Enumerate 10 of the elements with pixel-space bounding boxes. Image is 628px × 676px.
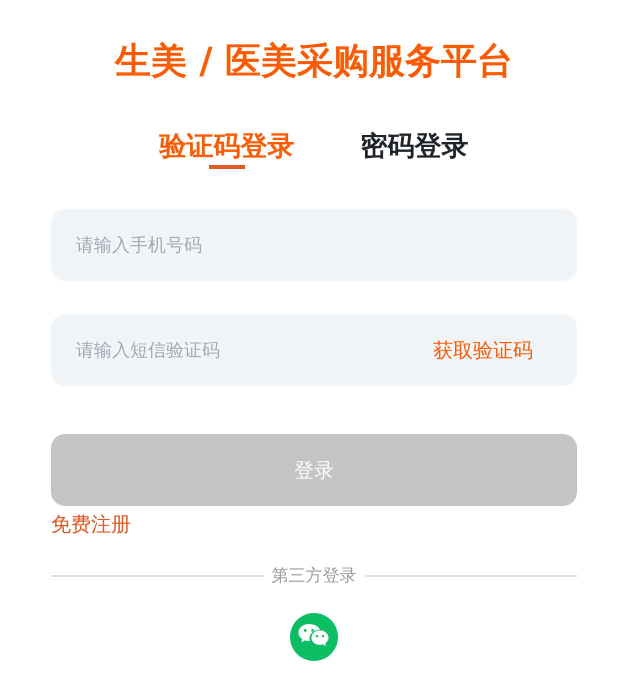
get-code-button[interactable]: 获取验证码 <box>433 336 533 364</box>
register-link[interactable]: 免费注册 <box>51 510 131 538</box>
phone-input[interactable]: 请输入手机号码 <box>51 209 577 281</box>
login-tab[interactable]: 验证码登录 <box>160 129 294 165</box>
login-tab[interactable]: 密码登录 <box>360 129 468 165</box>
third-party-login-label: 第三方登录 <box>270 565 358 588</box>
tab-underline <box>209 165 245 169</box>
wechat-icon <box>290 613 338 661</box>
page-title: 生美 / 医美采购服务平台 <box>114 40 514 84</box>
wechat-login-button[interactable] <box>290 613 338 661</box>
